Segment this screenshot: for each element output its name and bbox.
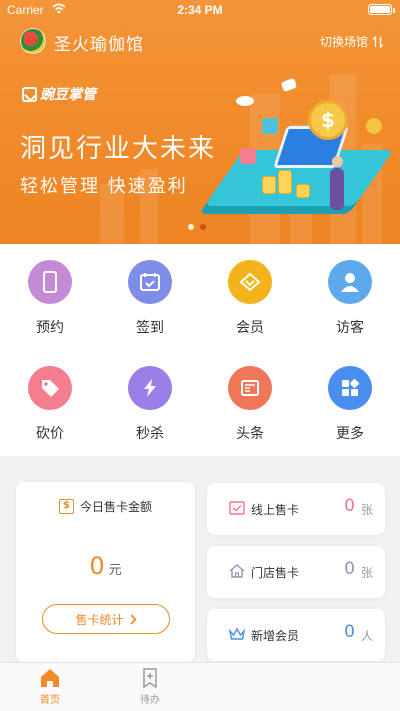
cloud-icon [236, 96, 254, 106]
grid-item-member[interactable]: 会员 [200, 244, 300, 344]
grid-item-flash-sale[interactable]: 秒杀 [100, 350, 200, 450]
phone-icon [28, 260, 72, 304]
grid-label: 访客 [336, 320, 364, 336]
pagination-dot[interactable] [188, 224, 194, 230]
crown-icon [229, 627, 245, 640]
stat-card-store-sales[interactable]: 门店售卡 0 张 [207, 546, 385, 598]
coin-stack-icon [296, 184, 310, 198]
tab-label: 首页 [40, 695, 60, 706]
banner-headline: 洞见行业大未来 [20, 134, 217, 164]
today-sales-title: 今日售卡金额 [79, 500, 152, 514]
home-float-icon [240, 148, 256, 164]
grid-item-checkin[interactable]: 签到 [100, 244, 200, 344]
grid-label: 秒杀 [136, 426, 164, 442]
banner-subline: 轻松管理 快速盈利 [20, 176, 188, 197]
feature-grid: 预约 签到 会员 访客 砍价 秒杀 头条 更多 [0, 244, 400, 456]
tag-icon [28, 366, 72, 410]
calendar-check-icon [128, 260, 172, 304]
paper-plane-icon [280, 77, 298, 93]
stat-value: 0 [344, 559, 355, 579]
grid-item-news[interactable]: 头条 [200, 350, 300, 450]
today-sales-unit: 元 [108, 563, 122, 578]
stat-value: 0 [344, 622, 355, 642]
grid-label: 预约 [36, 320, 64, 336]
person-icon [328, 260, 372, 304]
lightning-icon [128, 366, 172, 410]
tab-home[interactable]: 首页 [20, 667, 80, 706]
sales-stats-button[interactable]: 售卡统计 [42, 604, 170, 634]
store-icon [229, 564, 245, 578]
stat-value: 0 [344, 496, 355, 516]
stat-label: 门店售卡 [251, 566, 300, 580]
shop-avatar[interactable] [20, 28, 46, 54]
grid-item-visitor[interactable]: 访客 [300, 244, 400, 344]
stat-unit: 张 [360, 503, 373, 517]
diamond-icon [228, 260, 272, 304]
tab-todo[interactable]: 待办 [120, 667, 180, 706]
stat-card-new-members[interactable]: 新增会员 0 人 [207, 609, 385, 661]
today-sales-card: $ 今日售卡金额 0元 售卡统计 [16, 482, 195, 662]
online-card-icon [229, 501, 245, 515]
grid-label: 更多 [336, 426, 364, 442]
top-nav: 圣火瑜伽馆 切换场馆 [0, 24, 400, 58]
brand-name: 豌豆掌管 [40, 87, 96, 103]
brand-logo: 豌豆掌管 [22, 84, 96, 104]
switch-venue-label: 切换场馆 [319, 35, 368, 49]
stat-label: 新增会员 [251, 629, 300, 643]
grid-label: 签到 [136, 320, 164, 336]
grid-label: 会员 [236, 320, 264, 336]
today-sales-amount: 0 [89, 552, 105, 580]
shop-name[interactable]: 圣火瑜伽馆 [54, 30, 144, 55]
todo-bookmark-icon [143, 668, 157, 689]
switch-venue-button[interactable]: 切换场馆 [320, 33, 384, 50]
banner-pagination [188, 224, 206, 230]
today-sales-title-row: $ 今日售卡金额 [16, 498, 195, 515]
coin-stack-icon [278, 170, 292, 194]
tab-bar: 首页 待办 [0, 662, 400, 711]
today-sales-amount-row: 0元 [16, 552, 195, 580]
chevron-right-icon [129, 613, 137, 625]
chat-float-icon [262, 118, 278, 134]
brand-mark-icon [22, 86, 37, 102]
stat-card-online-sales[interactable]: 线上售卡 0 张 [207, 483, 385, 535]
stat-unit: 人 [360, 629, 373, 643]
grid-item-bargain[interactable]: 砍价 [0, 350, 100, 450]
status-bar: Carrier 2:34 PM [0, 0, 400, 20]
home-icon [41, 669, 59, 687]
grid-item-more[interactable]: 更多 [300, 350, 400, 450]
grid-label: 砍价 [36, 426, 64, 442]
pagination-dot-active[interactable] [200, 224, 206, 230]
stat-label: 线上售卡 [251, 503, 300, 517]
grid-item-booking[interactable]: 预约 [0, 244, 100, 344]
stat-unit: 张 [360, 566, 373, 580]
illustration-person-head [332, 156, 343, 167]
battery-nub [393, 8, 395, 13]
swap-vertical-icon [372, 35, 384, 48]
grid-more-icon [328, 366, 372, 410]
coin-stack-icon [262, 176, 276, 194]
grid-label: 头条 [236, 426, 264, 442]
money-icon: $ [58, 499, 74, 514]
hero-banner: Carrier 2:34 PM 圣火瑜伽馆 切换场馆 豌豆掌管 洞见行业大未来 … [0, 0, 400, 244]
illustration-person [330, 168, 344, 210]
news-icon [228, 366, 272, 410]
tab-label: 待办 [140, 695, 160, 706]
sales-stats-label: 售卡统计 [75, 612, 124, 627]
badge-float-icon [366, 118, 382, 134]
battery-icon [368, 4, 392, 15]
clock: 2:34 PM [177, 3, 223, 17]
dollar-coin-icon: $ [308, 100, 348, 140]
